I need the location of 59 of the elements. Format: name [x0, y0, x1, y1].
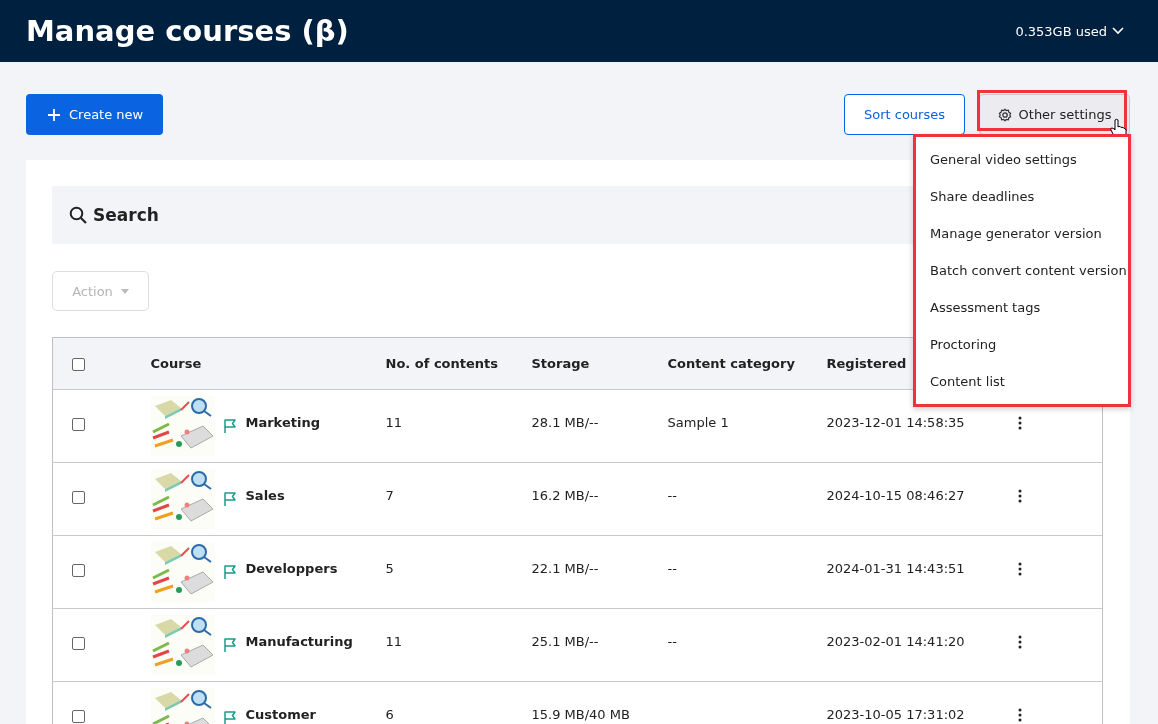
storage-usage-dropdown[interactable]: 0.353GB used [1015, 23, 1124, 39]
checkbox[interactable] [72, 358, 85, 371]
column-header: Content category [667, 356, 795, 371]
table-cell: 16.2 MB/-- [531, 488, 599, 503]
column-header: Storage [531, 356, 590, 371]
gear-icon [997, 107, 1012, 122]
page-title: Manage courses (β) [26, 14, 350, 48]
table-cell: 11 [385, 634, 403, 649]
plus-icon [48, 108, 60, 121]
table-cell: Sample 1 [667, 415, 729, 430]
caret-icon [120, 288, 129, 294]
flag-icon [222, 637, 237, 653]
menu-item[interactable]: General video settings [916, 141, 1128, 178]
checkbox[interactable] [72, 637, 85, 650]
create-new-button[interactable]: Create new [26, 94, 164, 135]
table-cell: -- [667, 488, 677, 503]
table-cell: -- [667, 634, 677, 649]
checkbox[interactable] [72, 564, 85, 577]
menu-item[interactable]: Proctoring [916, 326, 1128, 363]
course-name[interactable]: Developpers [245, 562, 338, 576]
table-cell: 25.1 MB/-- [531, 634, 599, 649]
kebab-menu-icon [1017, 635, 1022, 649]
table-cell: 2023-10-05 17:31:02 [826, 707, 965, 722]
column-header: Course [150, 356, 202, 371]
table-cell: -- [667, 561, 677, 576]
table-cell: 7 [385, 488, 394, 503]
column-header: No. of contents [385, 356, 499, 371]
course-name[interactable]: Manufacturing [245, 635, 353, 649]
menu-item[interactable]: Batch convert content version [916, 252, 1128, 289]
table-cell: 5 [385, 561, 394, 576]
table-cell: 2023-02-01 14:41:20 [826, 634, 965, 649]
table-cell: 22.1 MB/-- [531, 561, 599, 576]
menu-item[interactable]: Assessment tags [916, 289, 1128, 326]
checkbox[interactable] [72, 710, 85, 723]
table-cell: 2024-10-15 08:46:27 [826, 488, 965, 503]
kebab-menu-icon [1017, 489, 1022, 503]
column-header: Registered [826, 356, 907, 371]
chevron-down-icon [1112, 27, 1124, 35]
flag-icon [222, 491, 237, 507]
flag-icon [222, 418, 237, 434]
checkbox[interactable] [72, 418, 85, 431]
table-cell: 11 [385, 415, 403, 430]
flag-icon [222, 564, 237, 580]
table-cell: 28.1 MB/-- [531, 415, 599, 430]
flag-icon [222, 710, 237, 724]
kebab-menu-icon [1017, 562, 1022, 576]
table-cell: 2023-12-01 14:58:35 [826, 415, 965, 430]
kebab-menu-icon [1017, 708, 1022, 722]
menu-item[interactable]: Content list [916, 363, 1128, 400]
table-cell: 15.9 MB/40 MB [531, 707, 630, 722]
table-cell: 2024-01-31 14:43:51 [826, 561, 965, 576]
table-cell: 6 [385, 707, 394, 722]
course-name[interactable]: Customer [245, 708, 316, 722]
search-icon [69, 206, 87, 224]
checkbox[interactable] [72, 491, 85, 504]
course-name[interactable]: Sales [245, 489, 285, 503]
course-name[interactable]: Marketing [245, 416, 320, 430]
sort-courses-button[interactable]: Sort courses [844, 94, 965, 135]
kebab-menu-icon [1017, 416, 1022, 430]
